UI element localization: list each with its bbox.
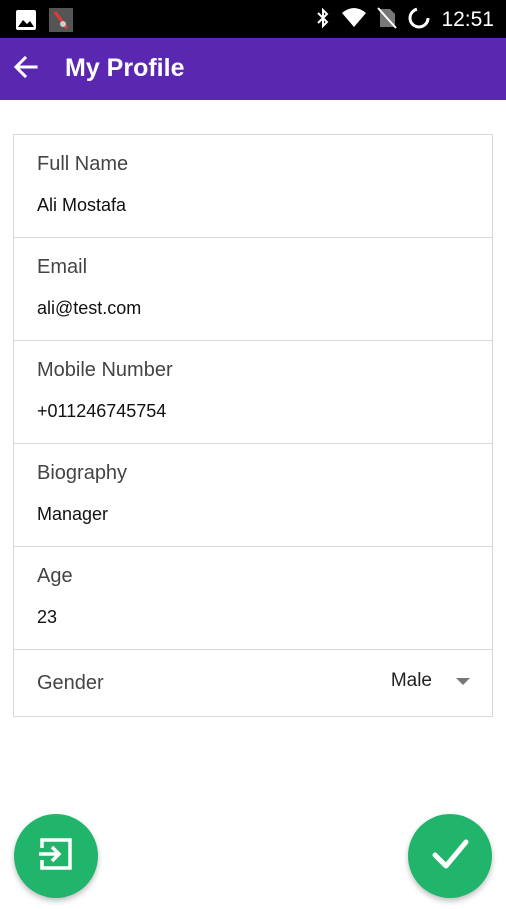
exit-icon bbox=[36, 834, 76, 878]
page-title: My Profile bbox=[65, 54, 185, 82]
arrow-left-icon bbox=[13, 54, 39, 84]
age-label: Age bbox=[37, 565, 73, 587]
chevron-down-icon bbox=[456, 677, 470, 685]
bluetooth-icon bbox=[315, 7, 331, 33]
full-name-label: Full Name bbox=[37, 153, 129, 175]
status-bar: 12:51 bbox=[0, 0, 506, 38]
age-value[interactable]: 23 bbox=[37, 607, 57, 628]
image-notification-icon bbox=[15, 9, 37, 35]
age-field[interactable]: Age 23 bbox=[14, 547, 492, 650]
gender-selected-value: Male bbox=[390, 670, 432, 691]
biography-field[interactable]: Biography Manager bbox=[14, 444, 492, 547]
battery-charging-icon bbox=[407, 6, 431, 34]
save-button[interactable] bbox=[408, 814, 492, 898]
app-bar: My Profile bbox=[0, 38, 506, 100]
biography-label: Biography bbox=[37, 462, 128, 484]
biography-value[interactable]: Manager bbox=[37, 504, 108, 525]
mobile-number-label: Mobile Number bbox=[37, 359, 173, 381]
gender-label: Gender bbox=[37, 672, 104, 694]
no-sim-icon bbox=[377, 7, 398, 33]
mobile-number-field[interactable]: Mobile Number +011246745754 bbox=[14, 341, 492, 444]
logout-button[interactable] bbox=[14, 814, 98, 898]
app-notification-icon bbox=[49, 8, 73, 36]
wifi-icon bbox=[341, 7, 367, 33]
check-icon bbox=[429, 833, 471, 879]
profile-form: Full Name Ali Mostafa Email ali@test.com… bbox=[13, 134, 493, 717]
email-label: Email bbox=[37, 256, 88, 278]
gender-dropdown[interactable]: Male bbox=[391, 670, 470, 692]
full-name-field[interactable]: Full Name Ali Mostafa bbox=[14, 135, 492, 238]
email-value[interactable]: ali@test.com bbox=[37, 298, 141, 319]
gender-field: Gender Male bbox=[14, 650, 492, 716]
full-name-value[interactable]: Ali Mostafa bbox=[37, 195, 126, 216]
status-time: 12:51 bbox=[441, 8, 494, 31]
email-field[interactable]: Email ali@test.com bbox=[14, 238, 492, 341]
back-button[interactable] bbox=[8, 51, 44, 87]
mobile-number-value[interactable]: +011246745754 bbox=[37, 401, 166, 422]
